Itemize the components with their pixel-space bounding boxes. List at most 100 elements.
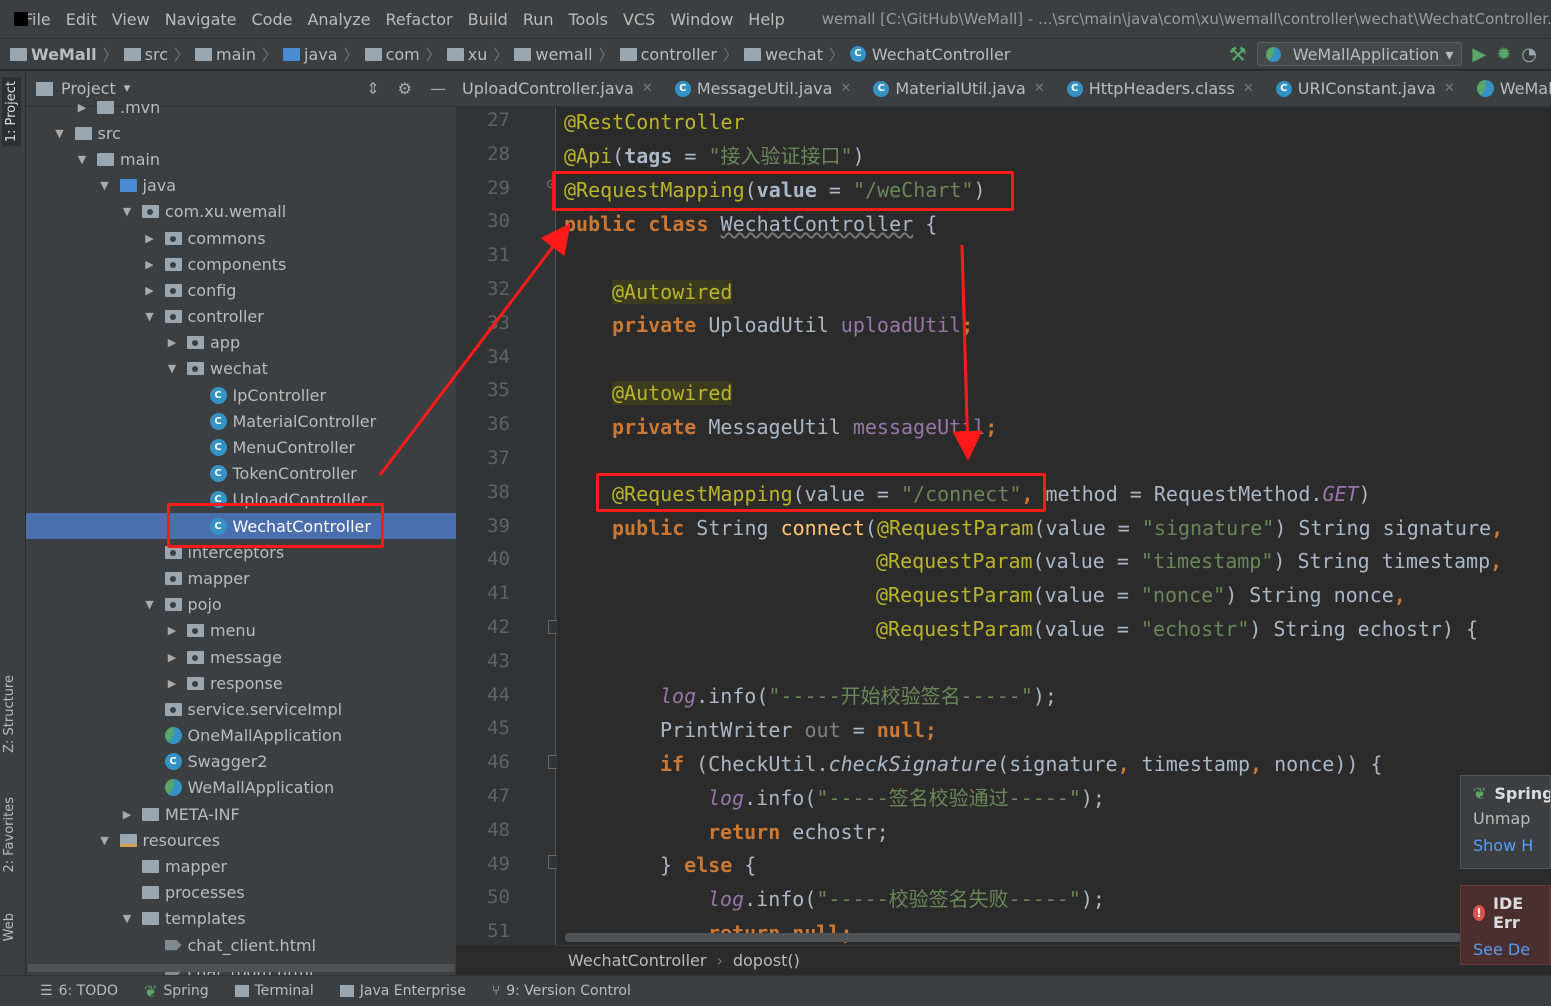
close-icon[interactable]: ✕ (1243, 81, 1254, 96)
crumb-class[interactable]: C WechatController (849, 45, 1010, 64)
tree-item[interactable]: ▶ menu (26, 618, 456, 644)
expand-down-icon[interactable]: ▼ (75, 153, 89, 166)
tree-item[interactable]: ▼ templates (26, 906, 456, 932)
menu-file[interactable]: File (24, 10, 51, 29)
crumb-java[interactable]: java 〉 (283, 44, 365, 65)
run-configuration-select[interactable]: WeMallApplication ▾ (1256, 42, 1463, 66)
menu-build[interactable]: Build (468, 10, 508, 29)
expand-down-icon[interactable]: ▼ (98, 179, 112, 192)
menu-analyze[interactable]: Analyze (307, 10, 370, 29)
tool-tab-favorites[interactable]: 2: Favorites (2, 797, 17, 873)
tree-item[interactable]: ▼ wechat (26, 356, 456, 382)
tree-item[interactable]: ▼ resources (26, 827, 456, 853)
tree-item[interactable]: mapper (26, 565, 456, 591)
crumb-main[interactable]: main 〉 (195, 44, 283, 65)
tree-item[interactable]: OneMallApplication (26, 723, 456, 749)
tree-item[interactable]: ▼ src (26, 120, 456, 146)
tab-http-headers[interactable]: C HttpHeaders.class ✕ (1053, 71, 1262, 106)
tree-item[interactable]: C Swagger2 (26, 749, 456, 775)
tree-item[interactable]: ▼ main (26, 146, 456, 172)
menu-edit[interactable]: Edit (66, 10, 97, 29)
tab-uri-constant[interactable]: C URIConstant.java ✕ (1262, 71, 1463, 106)
crumb-xu[interactable]: xu 〉 (446, 44, 515, 65)
menu-navigate[interactable]: Navigate (165, 10, 237, 29)
tree-item[interactable]: ▶ app (26, 330, 456, 356)
crumb-wechat[interactable]: wechat 〉 (743, 44, 850, 65)
ide-error-notification[interactable]: ! IDE Err See De (1460, 885, 1551, 965)
tab-wemall-application[interactable]: WeMallApplicat (1463, 71, 1551, 106)
expand-right-icon[interactable]: ▶ (143, 258, 157, 271)
crumb-com[interactable]: com 〉 (364, 44, 447, 65)
tab-upload-controller[interactable]: UploadController.java ✕ (456, 71, 661, 106)
expand-down-icon[interactable]: ▼ (143, 310, 157, 323)
tree-item[interactable]: ▼ com.xu.wemall (26, 199, 456, 225)
crumb-project[interactable]: WeMall 〉 (10, 44, 124, 65)
code-editor[interactable]: @RestController @Api(tags = "接入验证接口") @R… (557, 107, 1551, 945)
menu-code[interactable]: Code (252, 10, 293, 29)
expand-right-icon[interactable]: ▶ (75, 101, 89, 114)
terminal-tool-button[interactable]: Terminal (234, 983, 314, 999)
expand-right-icon[interactable]: ▶ (165, 336, 179, 349)
tree-item[interactable]: ▼ pojo (26, 592, 456, 618)
crumb-controller[interactable]: controller 〉 (619, 44, 744, 65)
coverage-icon[interactable]: ◔ (1521, 44, 1537, 65)
expand-down-icon[interactable]: ▼ (165, 362, 179, 375)
tab-message-util[interactable]: C MessageUtil.java ✕ (661, 71, 860, 106)
tree-item[interactable]: C MaterialController (26, 408, 456, 434)
tree-item[interactable]: C TokenController (26, 461, 456, 487)
tree-item[interactable]: WeMallApplication (26, 775, 456, 801)
expand-down-icon[interactable]: ▼ (143, 598, 157, 611)
debug-bug-icon[interactable]: ✹ (1496, 44, 1511, 65)
tree-item[interactable]: service.serviceImpl (26, 696, 456, 722)
editor-horizontal-scrollbar[interactable] (565, 933, 1461, 942)
java-enterprise-tool-button[interactable]: Java Enterprise (339, 983, 466, 999)
expand-right-icon[interactable]: ▶ (165, 677, 179, 690)
tool-tab-project[interactable]: 1: Project (2, 77, 21, 147)
close-icon[interactable]: ✕ (840, 81, 851, 96)
close-icon[interactable]: ✕ (642, 81, 653, 96)
spring-tool-button[interactable]: ❦ Spring (144, 982, 209, 1001)
run-play-icon[interactable]: ▶ (1472, 44, 1486, 65)
tree-item[interactable]: ▶ components (26, 251, 456, 277)
crumb-src[interactable]: src 〉 (123, 44, 195, 65)
tree-item[interactable]: ▼ controller (26, 304, 456, 330)
tree-item[interactable]: C MenuController (26, 434, 456, 460)
tree-item[interactable]: C IpController (26, 382, 456, 408)
tool-tab-web[interactable]: Web (2, 913, 17, 941)
close-icon[interactable]: ✕ (1034, 81, 1045, 96)
expand-right-icon[interactable]: ▶ (143, 284, 157, 297)
breadcrumb-class[interactable]: WechatController (568, 951, 706, 970)
expand-down-icon[interactable]: ▼ (120, 205, 134, 218)
tree-item[interactable]: ▶ .mvn (26, 94, 456, 120)
tab-material-util[interactable]: C MaterialUtil.java ✕ (859, 71, 1052, 106)
todo-tool-button[interactable]: ☰ 6: TODO (40, 983, 118, 999)
tree-item[interactable]: ▶ response (26, 670, 456, 696)
expand-right-icon[interactable]: ▶ (165, 651, 179, 664)
expand-down-icon[interactable]: ▼ (53, 127, 67, 140)
menu-window[interactable]: Window (670, 10, 733, 29)
menu-view[interactable]: View (112, 10, 150, 29)
expand-right-icon[interactable]: ▶ (120, 808, 134, 821)
spring-notification-link[interactable]: Show H (1473, 836, 1540, 855)
spring-notification[interactable]: ❦ Spring Unmap Show H (1460, 775, 1551, 869)
tree-item[interactable]: ▶ message (26, 644, 456, 670)
tree-horizontal-scrollbar[interactable] (28, 964, 454, 972)
menu-run[interactable]: Run (523, 10, 554, 29)
breadcrumb-method[interactable]: dopost() (733, 951, 800, 970)
expand-right-icon[interactable]: ▶ (165, 624, 179, 637)
tree-item[interactable]: ▼ java (26, 173, 456, 199)
version-control-tool-button[interactable]: ⑂ 9: Version Control (492, 983, 631, 999)
tree-item[interactable]: processes (26, 880, 456, 906)
tree-item[interactable]: ▶ config (26, 277, 456, 303)
menu-tools[interactable]: Tools (569, 10, 608, 29)
menu-help[interactable]: Help (748, 10, 784, 29)
error-details-link[interactable]: See De (1473, 940, 1540, 959)
expand-down-icon[interactable]: ▼ (120, 912, 134, 925)
tree-item[interactable]: ▶ commons (26, 225, 456, 251)
build-hammer-icon[interactable]: ⚒ (1229, 42, 1247, 66)
expand-right-icon[interactable]: ▶ (143, 232, 157, 245)
crumb-wemall[interactable]: wemall 〉 (514, 44, 619, 65)
close-icon[interactable]: ✕ (1444, 81, 1455, 96)
tree-item[interactable]: chat_client.html (26, 932, 456, 958)
tree-item[interactable]: ▶ META-INF (26, 801, 456, 827)
